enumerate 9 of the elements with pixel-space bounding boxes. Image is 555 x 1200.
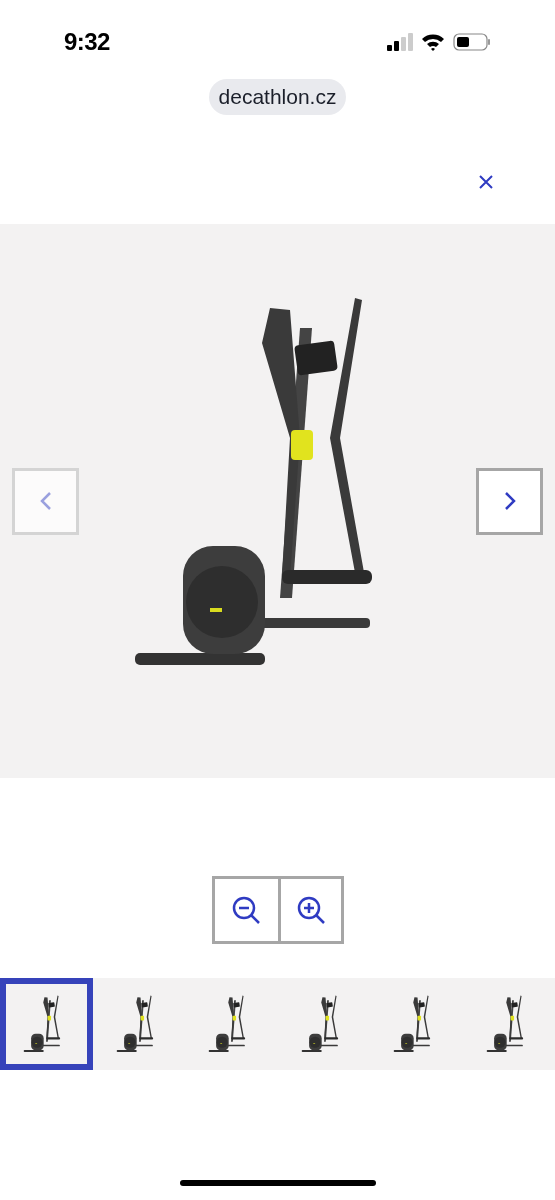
address-bar[interactable]: decathlon.cz — [208, 79, 347, 115]
battery-icon — [453, 33, 491, 51]
wifi-icon — [421, 33, 445, 51]
zoom-in-icon — [295, 894, 326, 925]
zoom-out-icon — [231, 894, 261, 925]
close-icon[interactable] — [479, 174, 493, 189]
signal-icon — [387, 33, 413, 51]
thumbnail[interactable] — [0, 977, 93, 1070]
status-time: 9:32 — [64, 30, 110, 54]
